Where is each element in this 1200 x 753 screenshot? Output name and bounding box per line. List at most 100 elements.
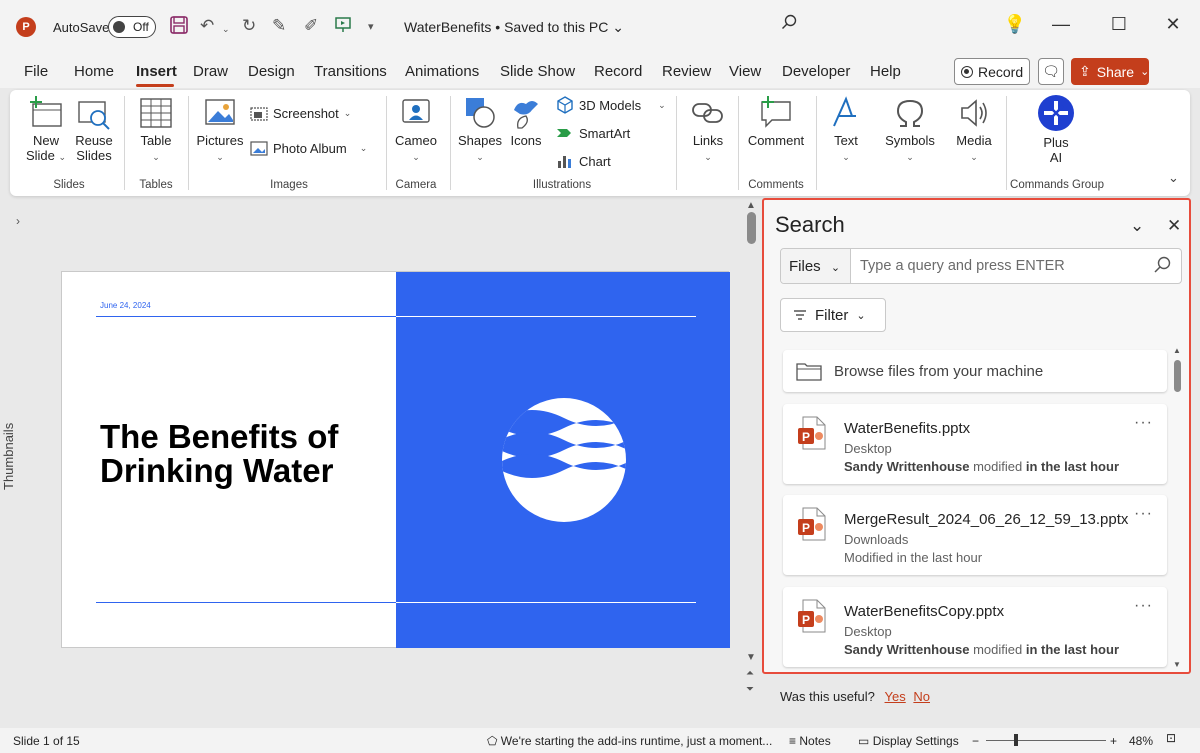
customize-qat-icon[interactable]: ▾	[368, 20, 374, 33]
minimize-icon[interactable]: —	[1046, 14, 1076, 35]
fit-slide-icon[interactable]: ⊡	[1166, 731, 1176, 745]
results-scroll-up-icon[interactable]: ▲	[1173, 346, 1181, 355]
comment-button[interactable]: Comment	[746, 96, 806, 148]
feedback-no-link[interactable]: No	[913, 689, 930, 704]
more-options-icon[interactable]: ···	[1134, 414, 1153, 432]
feedback-yes-link[interactable]: Yes	[885, 689, 906, 704]
new-slide-label: New Slide ⌄	[25, 133, 67, 163]
tab-view[interactable]: View	[729, 63, 761, 80]
links-button[interactable]: Links ⌄	[686, 96, 730, 163]
results-scroll-down-icon[interactable]: ▼	[1173, 660, 1181, 669]
pictures-button[interactable]: Pictures ⌄	[196, 96, 244, 163]
zoom-slider-handle[interactable]	[1014, 734, 1018, 746]
scroll-up-icon[interactable]: ▲	[746, 200, 756, 211]
tab-insert[interactable]: Insert	[136, 63, 177, 80]
tab-help[interactable]: Help	[870, 63, 901, 80]
eraser-icon[interactable]: ✐	[304, 16, 318, 36]
tab-animations[interactable]: Animations	[405, 63, 479, 80]
reuse-slides-icon	[78, 101, 110, 130]
tab-file[interactable]: File	[24, 63, 48, 80]
tab-record[interactable]: Record	[594, 63, 642, 80]
search-input[interactable]	[851, 249, 1147, 283]
next-slide-icon[interactable]: ⏷	[746, 684, 754, 695]
media-button[interactable]: Media ⌄	[952, 96, 996, 163]
editor-scroll-thumb[interactable]	[747, 212, 756, 244]
text-button[interactable]: Text ⌄	[824, 96, 868, 163]
title-chevron-down-icon: ⌄	[612, 19, 624, 35]
tab-home[interactable]: Home	[74, 63, 114, 80]
icons-button[interactable]: Icons	[506, 96, 546, 148]
save-icon[interactable]	[170, 16, 188, 39]
tab-developer[interactable]: Developer	[782, 63, 850, 80]
cameo-button[interactable]: Cameo ⌄	[394, 96, 438, 163]
comments-button[interactable]: 🗨	[1038, 58, 1064, 85]
maximize-icon[interactable]: ☐	[1104, 14, 1134, 35]
present-icon[interactable]	[334, 16, 352, 39]
symbols-button[interactable]: Symbols ⌄	[882, 96, 938, 163]
feedback-question: Was this useful?	[780, 689, 875, 704]
ribbon-collapse-chevron-icon[interactable]: ⌄	[1168, 170, 1179, 186]
zoom-slider[interactable]	[986, 740, 1106, 741]
tab-draw[interactable]: Draw	[193, 63, 228, 80]
plus-ai-button[interactable]: Plus AI	[1034, 94, 1078, 165]
filter-label: Filter	[815, 306, 849, 324]
display-settings-button[interactable]: ▭ Display Settings	[858, 734, 959, 748]
list-item[interactable]: P MergeResult_2024_06_26_12_59_13.pptx D…	[783, 495, 1167, 575]
reuse-slides-button[interactable]: Reuse Slides	[72, 96, 116, 163]
3d-models-button[interactable]: 3D Models ⌄	[556, 96, 666, 114]
zoom-level[interactable]: 48%	[1129, 734, 1153, 748]
group-label-tables: Tables	[139, 179, 173, 191]
list-item[interactable]: P WaterBenefits.pptx Desktop Sandy Writt…	[783, 404, 1167, 484]
results-scroll-thumb[interactable]	[1174, 360, 1181, 392]
previous-slide-icon[interactable]: ⏶	[746, 668, 754, 679]
more-options-icon[interactable]: ···	[1134, 505, 1153, 523]
icons-label: Icons	[510, 133, 542, 148]
tab-review[interactable]: Review	[662, 63, 711, 80]
search-pane: Search ⌄ ✕ Files ⌄ Filter ⌄ Browse files…	[762, 198, 1191, 674]
table-label: Table ⌄	[140, 133, 172, 162]
share-button[interactable]: ⇪ Share ⌄	[1071, 58, 1149, 85]
results-scrollbar[interactable]: ▲ ▼	[1172, 346, 1184, 672]
new-slide-button[interactable]: New Slide ⌄	[24, 96, 68, 163]
more-options-icon[interactable]: ···	[1134, 597, 1153, 615]
search-icon[interactable]	[774, 14, 804, 35]
undo-icon[interactable]: ↶	[200, 16, 214, 36]
undo-dropdown-icon[interactable]: ⌄	[222, 24, 230, 35]
thumbnails-label[interactable]: Thumbnails	[1, 423, 16, 490]
autosave-toggle[interactable]: Off	[108, 16, 156, 38]
format-painter-icon[interactable]: ✎	[272, 16, 286, 36]
zoom-in-icon[interactable]: +	[1110, 734, 1117, 748]
pane-options-chevron-icon[interactable]: ⌄	[1130, 216, 1144, 236]
folder-icon	[796, 363, 822, 381]
tab-transitions[interactable]: Transitions	[314, 63, 387, 80]
title-bar: P AutoSave Off ↶ ⌄ ↻ ✎ ✐ ▾ WaterBenefits…	[0, 0, 1200, 54]
table-button[interactable]: Table ⌄	[134, 96, 178, 163]
filter-button[interactable]: Filter ⌄	[780, 298, 886, 332]
slide-date: June 24, 2024	[100, 301, 151, 310]
redo-icon[interactable]: ↻	[242, 16, 256, 36]
lightbulb-icon[interactable]: 💡	[1000, 14, 1030, 35]
search-scope-dropdown[interactable]: Files ⌄	[781, 249, 851, 283]
chart-button[interactable]: Chart	[556, 152, 611, 170]
shapes-button[interactable]: Shapes ⌄	[456, 96, 504, 163]
search-submit-icon[interactable]	[1153, 256, 1171, 277]
pptx-file-icon: P	[798, 507, 826, 541]
scroll-down-icon[interactable]: ▼	[746, 652, 756, 663]
tab-slide-show[interactable]: Slide Show	[500, 63, 575, 80]
editor-scrollbar[interactable]: ▲ ▼ ⏶ ⏷	[745, 200, 759, 710]
notes-button[interactable]: ≡ Notes	[789, 734, 831, 748]
close-pane-icon[interactable]: ✕	[1167, 216, 1181, 236]
list-item[interactable]: P WaterBenefitsCopy.pptx Desktop Sandy W…	[783, 587, 1167, 667]
browse-files-button[interactable]: Browse files from your machine	[783, 350, 1167, 392]
smartart-button[interactable]: SmartArt	[556, 124, 630, 142]
tab-design[interactable]: Design	[248, 63, 295, 80]
slide-canvas[interactable]: June 24, 2024 The Benefits of Drinking Wa…	[61, 271, 730, 648]
zoom-out-icon[interactable]: −	[972, 734, 979, 748]
record-button[interactable]: Record	[954, 58, 1030, 85]
close-window-icon[interactable]: ✕	[1158, 14, 1188, 35]
water-globe-icon	[502, 398, 626, 522]
document-title[interactable]: WaterBenefits • Saved to this PC ⌄	[404, 19, 624, 36]
expand-thumbnails-icon[interactable]: ›	[16, 214, 20, 228]
screenshot-button[interactable]: Screenshot ⌄	[250, 104, 351, 122]
photo-album-button[interactable]: Photo Album ⌄	[250, 139, 367, 157]
